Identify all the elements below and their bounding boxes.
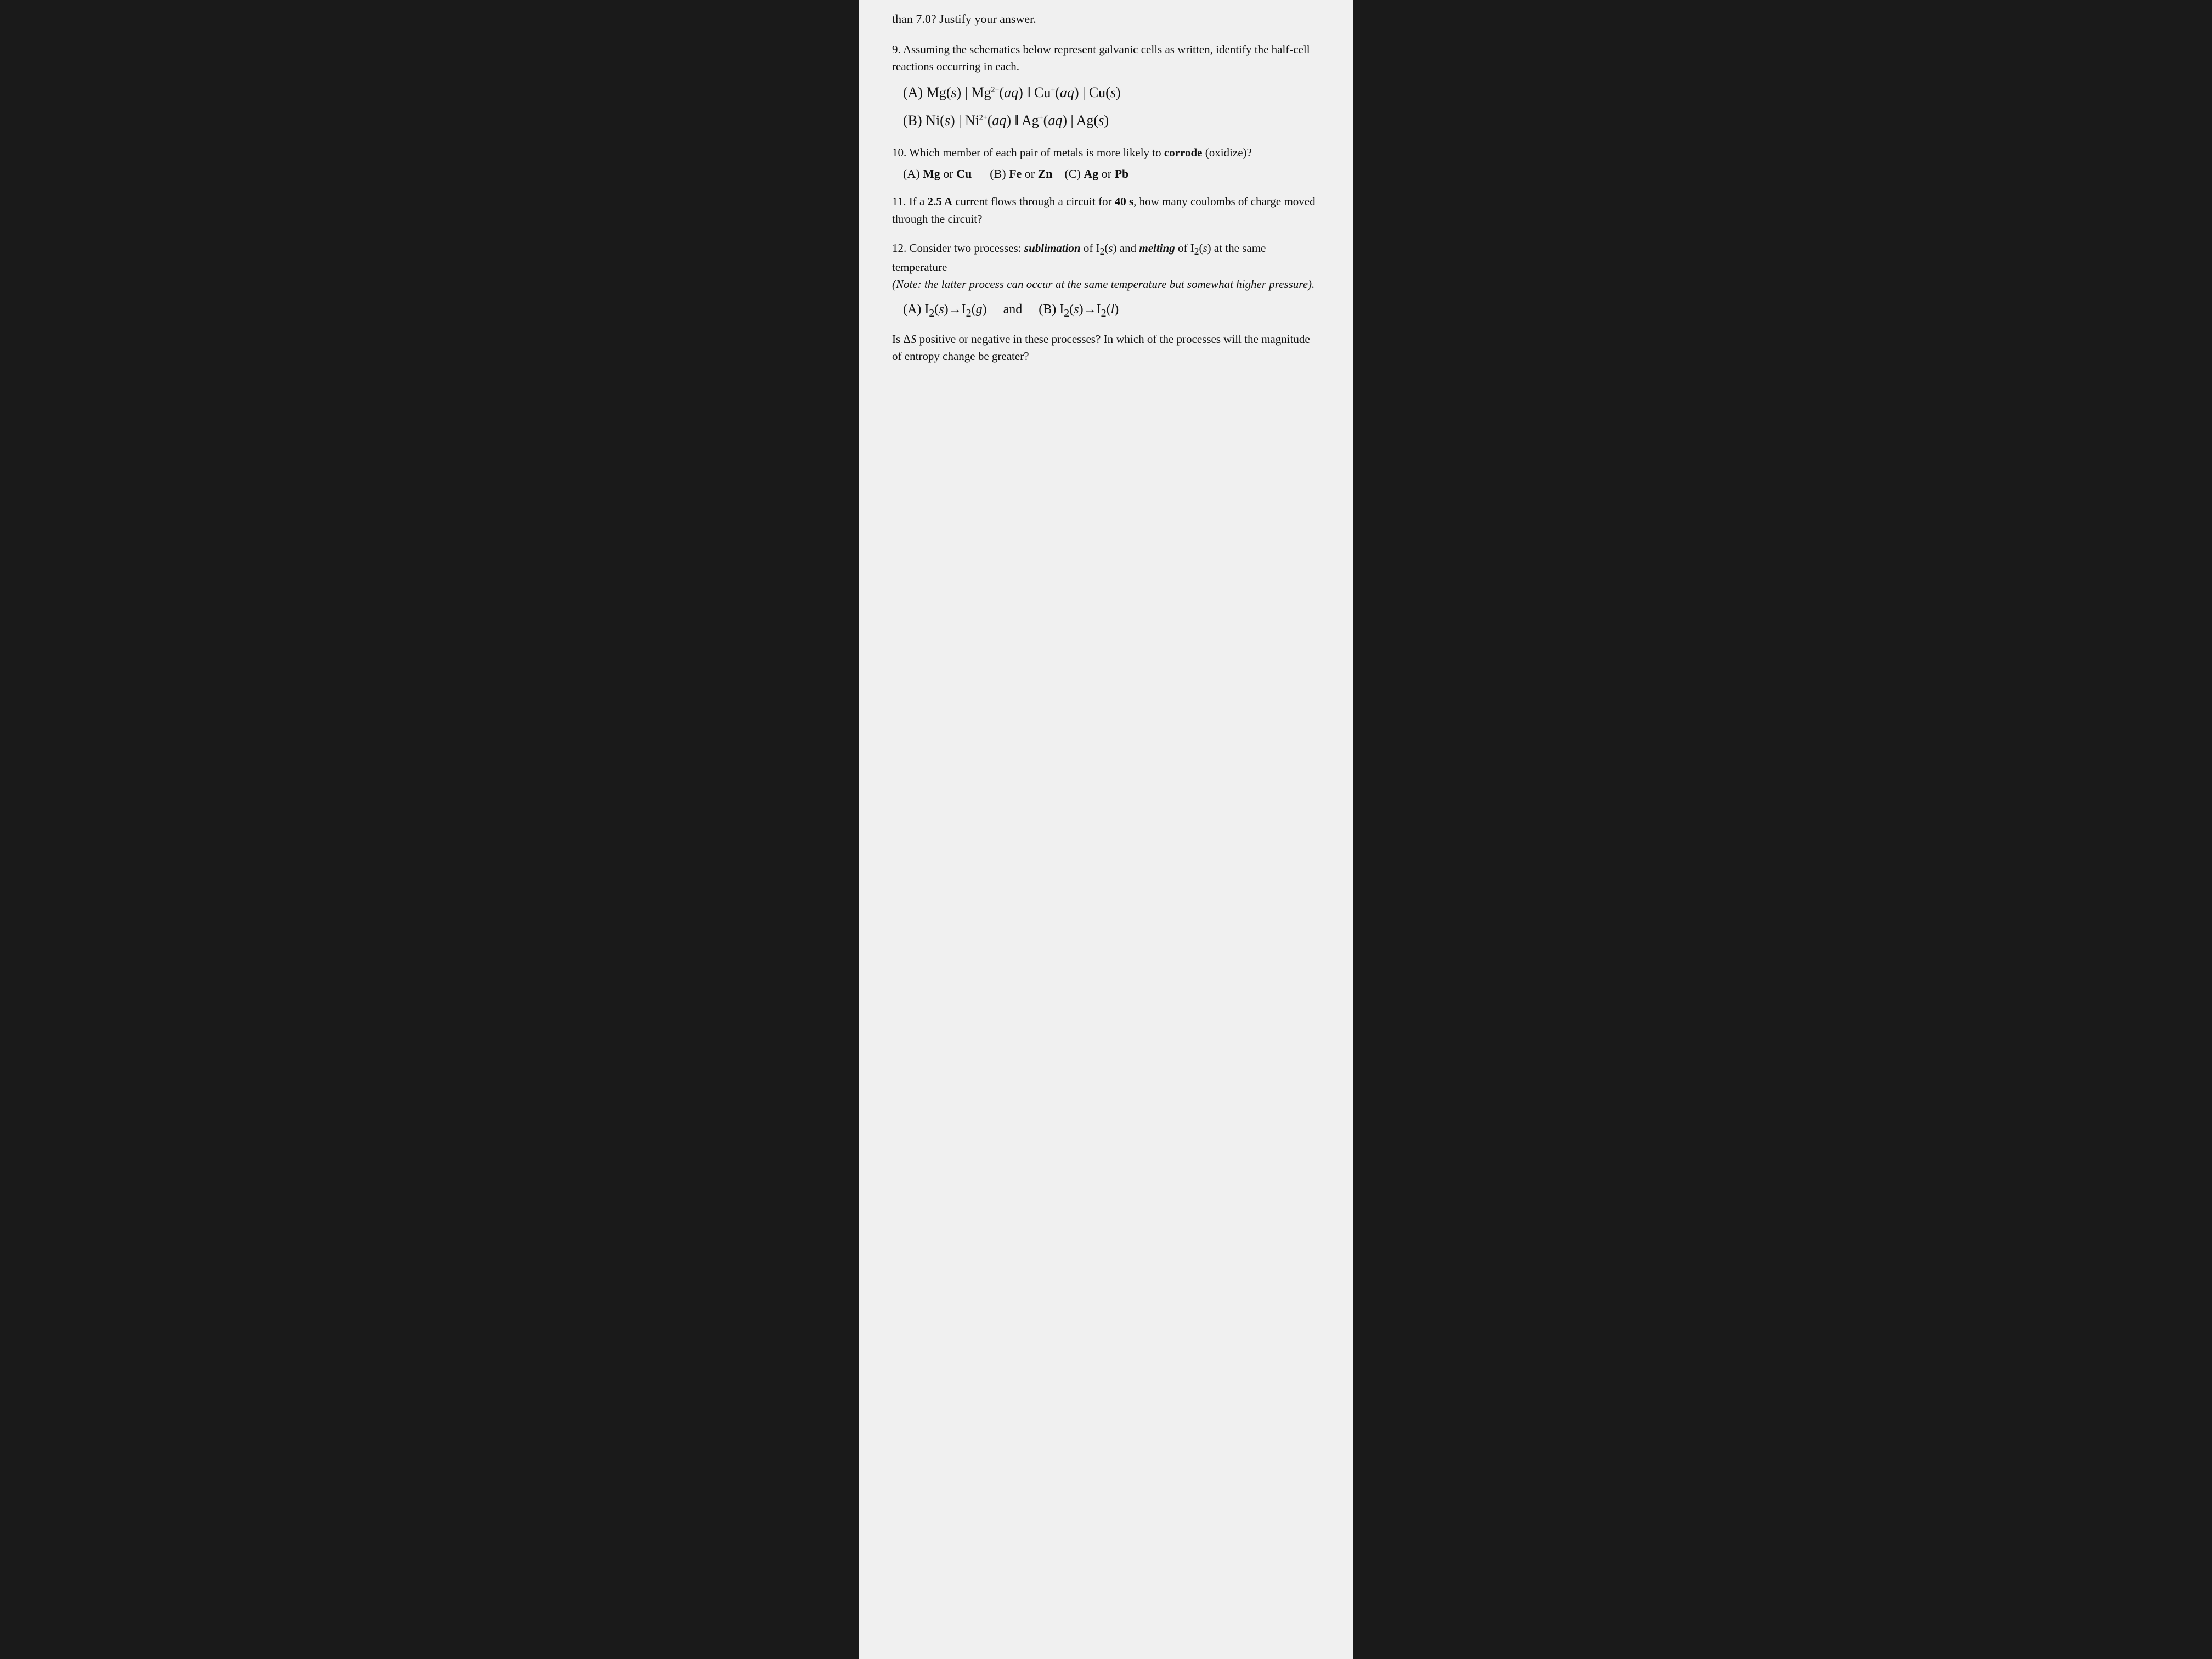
q9-a-label: (A): [903, 84, 927, 100]
q12-reaction-a: (A) I2(s)→I2(g): [903, 302, 990, 317]
q9-b-label: (B): [903, 112, 926, 128]
question-11: 11. If a 2.5 A current flows through a c…: [892, 193, 1320, 228]
question-10: 10. Which member of each pair of metals …: [892, 144, 1320, 182]
q12-reactions: (A) I2(s)→I2(g) and (B) I2(s)→I2(l): [903, 299, 1320, 322]
q9-part-a: (A) Mg(s) | Mg2+(aq) ‖ Cu+(aq) | Cu(s): [903, 81, 1320, 104]
q10-options: (A) Mg or Cu (B) Fe or Zn (C) Ag or Pb: [903, 167, 1320, 181]
q12-number: 12.: [892, 241, 906, 255]
question-9: 9. Assuming the schematics below represe…: [892, 41, 1320, 132]
q11-text: 11. If a 2.5 A current flows through a c…: [892, 193, 1320, 228]
q12-and-text: and: [1003, 302, 1023, 317]
q12-reaction-b: (B) I2(s)→I2(l): [1039, 302, 1119, 317]
header-partial-text: than 7.0? Justify your answer.: [892, 11, 1320, 28]
q9-text: 9. Assuming the schematics below represe…: [892, 41, 1320, 76]
q11-number: 11.: [892, 195, 906, 208]
q10-number: 10.: [892, 146, 906, 159]
page-container: than 7.0? Justify your answer. 9. Assumi…: [859, 0, 1353, 1659]
question-12: 12. Consider two processes: sublimation …: [892, 240, 1320, 365]
q12-note: (Note: the latter process can occur at t…: [892, 278, 1314, 291]
q9-number: 9.: [892, 43, 901, 56]
q12-text: 12. Consider two processes: sublimation …: [892, 240, 1320, 293]
q10-text: 10. Which member of each pair of metals …: [892, 144, 1320, 162]
q12-bottom-text: Is ΔS positive or negative in these proc…: [892, 331, 1320, 365]
q9-part-b: (B) Ni(s) | Ni2+(aq) ‖ Ag+(aq) | Ag(s): [903, 109, 1320, 132]
